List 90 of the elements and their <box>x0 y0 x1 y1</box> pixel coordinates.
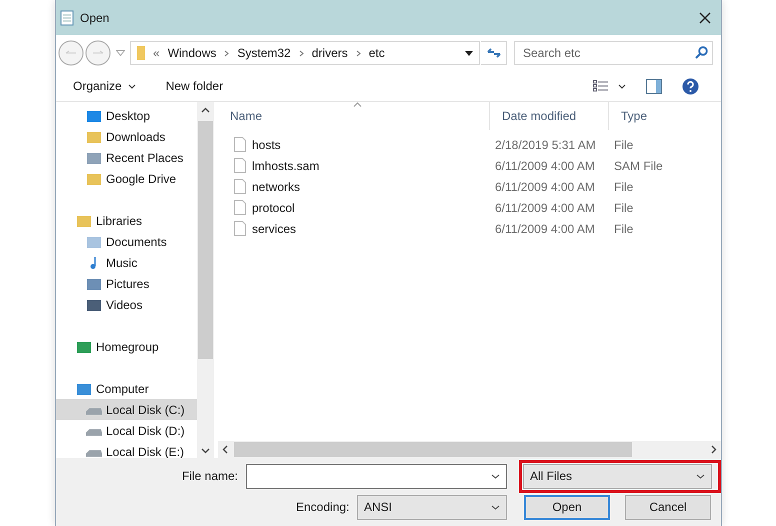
chevron-icon <box>298 50 304 56</box>
folder-icon <box>86 130 102 144</box>
refresh-button[interactable] <box>481 41 507 65</box>
file-name[interactable]: protocol <box>252 200 295 214</box>
chevron-icon <box>356 50 361 56</box>
caret-icon <box>696 474 705 478</box>
table-cell-text: File <box>613 222 634 236</box>
file-icon <box>234 200 246 215</box>
file-icon <box>234 158 246 173</box>
folder-icon <box>76 340 92 354</box>
file-name[interactable]: hosts <box>252 138 281 152</box>
file-type-dropdown[interactable]: All Files <box>523 464 712 488</box>
sidebar-item[interactable]: Documents <box>56 231 197 252</box>
drive-icon <box>86 429 102 436</box>
file-name[interactable]: networks <box>252 180 300 194</box>
caret-icon <box>128 84 136 88</box>
file-name-label: File name: <box>182 469 238 483</box>
folder-icon <box>86 172 102 186</box>
table-cell-text: 6/11/2009 4:00 AM <box>494 222 596 236</box>
table-cell-text: 2/18/2019 5:31 AM <box>494 138 597 152</box>
table-cell-text: File <box>613 200 634 214</box>
close-icon[interactable] <box>699 12 711 24</box>
chevron-icon <box>224 50 230 56</box>
sidebar-item[interactable]: Desktop <box>56 105 197 126</box>
column-header[interactable]: Type <box>609 102 719 130</box>
file-icon <box>234 179 246 194</box>
caret-icon[interactable] <box>618 84 626 88</box>
sidebar-item[interactable]: Music <box>56 252 197 273</box>
file-name[interactable]: lmhosts.sam <box>252 158 320 172</box>
new-folder-button[interactable]: New folder <box>166 79 224 93</box>
preview-pane-icon[interactable] <box>646 78 662 94</box>
encoding-label: Encoding: <box>296 500 350 514</box>
scroll-left-icon[interactable] <box>222 445 228 454</box>
file-icon <box>234 221 246 236</box>
scroll-up-icon[interactable] <box>201 107 210 113</box>
table-cell-text: SAM File <box>613 158 664 172</box>
breadcrumb[interactable]: Windows <box>168 46 216 60</box>
sidebar-item[interactable]: Recent Places <box>56 147 197 168</box>
scrollbar[interactable] <box>197 102 214 458</box>
folder-icon <box>86 150 102 164</box>
folder-icon <box>86 298 102 312</box>
encoding-dropdown[interactable]: ANSI <box>357 494 507 520</box>
folder-icon <box>137 46 145 60</box>
sidebar-item[interactable]: Downloads <box>56 126 197 147</box>
notepad-icon <box>60 10 74 26</box>
folder-icon <box>86 276 102 290</box>
open-button[interactable]: Open <box>524 494 610 520</box>
caret-icon <box>491 474 500 478</box>
search-field[interactable]: Search etc <box>514 41 713 65</box>
breadcrumb[interactable]: drivers <box>312 46 348 60</box>
table-cell-text: 6/11/2009 4:00 AM <box>494 200 596 214</box>
sidebar-item[interactable]: Computer <box>56 378 197 399</box>
view-list-icon[interactable] <box>593 80 608 92</box>
scroll-down-icon[interactable] <box>201 448 210 454</box>
caret-icon[interactable] <box>465 50 473 56</box>
cancel-button[interactable]: Cancel <box>625 494 711 520</box>
sidebar-item[interactable]: Videos <box>56 294 197 315</box>
table-cell-text: 6/11/2009 4:00 AM <box>494 180 596 194</box>
table-cell-text: 6/11/2009 4:00 AM <box>494 158 596 172</box>
table-cell-text: File <box>613 138 634 152</box>
folder-icon <box>76 214 92 228</box>
drive-icon <box>86 408 102 415</box>
breadcrumb[interactable]: System32 <box>237 46 291 60</box>
scrollbar[interactable] <box>218 441 721 458</box>
sidebar-item[interactable]: Local Disk (E:) <box>56 441 197 458</box>
search-icon <box>695 46 708 59</box>
sidebar-item[interactable]: Libraries <box>56 210 197 231</box>
column-header[interactable]: Date modified <box>490 102 609 130</box>
column-header[interactable]: Name <box>218 102 490 130</box>
caret-icon <box>491 504 500 510</box>
window-title: Open <box>80 10 110 24</box>
breadcrumb[interactable]: etc <box>368 46 385 60</box>
sidebar-item[interactable]: Pictures <box>56 273 197 294</box>
file-name[interactable]: services <box>252 222 296 236</box>
scroll-right-icon[interactable] <box>711 445 717 454</box>
refresh-icon <box>486 46 502 60</box>
folder-icon <box>86 234 102 248</box>
help-icon[interactable] <box>682 78 699 94</box>
file-name-field[interactable] <box>246 464 507 488</box>
sidebar-item[interactable]: Local Disk (D:) <box>56 420 197 441</box>
sidebar-item[interactable]: Homegroup <box>56 336 197 357</box>
sidebar-item[interactable]: Google Drive <box>56 168 197 189</box>
folder-icon <box>76 382 92 396</box>
address-bar[interactable]: « Windows System32 drivers etc <box>130 41 480 65</box>
folder-icon <box>86 108 102 122</box>
organize-button[interactable]: Organize <box>73 79 136 93</box>
sidebar-item[interactable]: Local Disk (C:) <box>56 399 197 420</box>
table-cell-text: File <box>613 180 634 194</box>
overflow-chevron[interactable]: « <box>153 46 160 60</box>
file-icon <box>234 137 246 152</box>
